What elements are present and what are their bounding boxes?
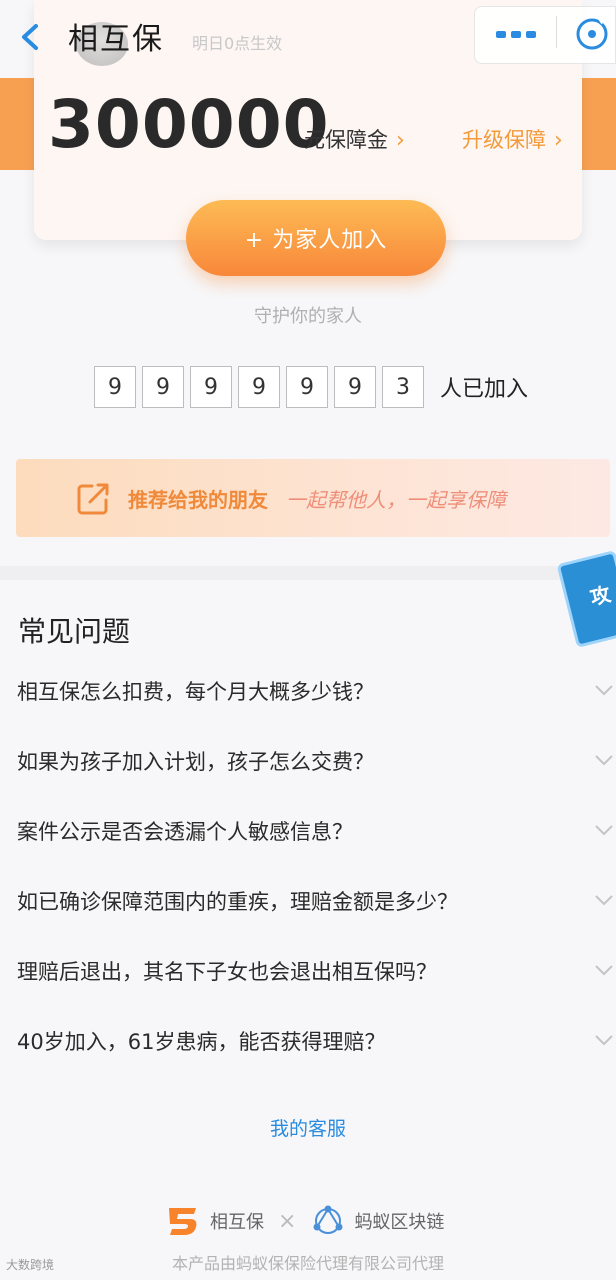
- customer-service-link[interactable]: 我的客服: [0, 1114, 616, 1141]
- upgrade-label: 升级保障: [462, 128, 546, 152]
- capsule-divider: [556, 16, 557, 48]
- counter-digit: 9: [190, 366, 232, 408]
- counter-digit: 9: [94, 366, 136, 408]
- strategy-badge-label: 攻: [587, 581, 613, 610]
- strategy-guide-badge[interactable]: 攻: [556, 550, 616, 648]
- chevron-down-icon: [595, 965, 613, 976]
- counter-digit: 3: [382, 366, 424, 408]
- chevron-down-icon: [595, 895, 613, 906]
- brand-separator: ×: [278, 1208, 297, 1234]
- coverage-amount: 300000: [48, 86, 330, 163]
- faq-heading: 常见问题: [18, 615, 131, 648]
- faq-item[interactable]: 相互保怎么扣费，每个月大概多少钱？: [0, 666, 616, 724]
- faq-question: 如已确诊保障范围内的重疾，理赔金额是多少？: [17, 890, 458, 914]
- faq-question: 理赔后退出，其名下子女也会退出相互保吗？: [17, 960, 437, 984]
- add-family-button[interactable]: + 为家人加入: [186, 200, 446, 276]
- joined-label: 人已加入: [440, 377, 529, 402]
- tagline: 守护你的家人: [254, 306, 362, 327]
- coverage-detail-link[interactable]: 元保障金 ›: [304, 124, 405, 154]
- faq-item[interactable]: 理赔后退出，其名下子女也会退出相互保吗？: [0, 946, 616, 1004]
- section-divider: [0, 566, 616, 580]
- upgrade-coverage-link[interactable]: 升级保障 ›: [462, 124, 563, 154]
- member-counter: 9 9 9 9 9 9 3 人已加入: [94, 366, 528, 408]
- chevron-down-icon: [595, 685, 613, 696]
- page-title: 相互保: [68, 22, 164, 57]
- coverage-unit-label: 元保障金: [304, 128, 388, 152]
- faq-item[interactable]: 40岁加入，61岁患病，能否获得理赔？: [0, 1016, 616, 1074]
- faq-question: 40岁加入，61岁患病，能否获得理赔？: [17, 1030, 386, 1054]
- recommend-title: 推荐给我的朋友: [128, 487, 268, 512]
- chevron-down-icon: [595, 755, 613, 766]
- chevron-down-icon: [595, 1035, 613, 1046]
- watermark: 大数跨境: [6, 1258, 55, 1272]
- more-icon[interactable]: [494, 22, 538, 48]
- faq-question: 案件公示是否会透漏个人敏感信息？: [17, 820, 353, 844]
- brand-ant-blockchain: 蚂蚁区块链: [354, 1212, 445, 1233]
- back-arrow-icon[interactable]: [16, 20, 46, 54]
- recommend-to-friends-banner[interactable]: 推荐给我的朋友 一起帮他人，一起享保障: [16, 459, 610, 537]
- footer-brands: 相互保 × 蚂蚁区块链: [166, 1200, 444, 1242]
- ant-blockchain-logo-icon: [313, 1205, 343, 1234]
- faq-item[interactable]: 案件公示是否会透漏个人敏感信息？: [0, 806, 616, 864]
- chevron-right-icon: ›: [554, 128, 563, 153]
- close-icon[interactable]: [574, 16, 610, 52]
- chevron-down-icon: [595, 825, 613, 836]
- recommend-slogan: 一起帮他人，一起享保障: [286, 487, 506, 512]
- share-icon: [77, 483, 109, 515]
- faq-item[interactable]: 如果为孩子加入计划，孩子怎么交费？: [0, 736, 616, 794]
- faq-item[interactable]: 如已确诊保障范围内的重疾，理赔金额是多少？: [0, 876, 616, 934]
- navigation-bar: 相互保: [0, 0, 616, 70]
- counter-digit: 9: [238, 366, 280, 408]
- counter-digit: 9: [334, 366, 376, 408]
- brand-xianghubao: 相互保: [210, 1212, 264, 1233]
- counter-digit: 9: [286, 366, 328, 408]
- counter-digit: 9: [142, 366, 184, 408]
- faq-question: 相互保怎么扣费，每个月大概多少钱？: [17, 680, 374, 704]
- footer-disclaimer: 本产品由蚂蚁保保险代理有限公司代理: [171, 1254, 444, 1273]
- faq-question: 如果为孩子加入计划，孩子怎么交费？: [17, 750, 374, 774]
- chevron-right-icon: ›: [396, 128, 405, 153]
- xianghubao-logo-icon: [169, 1208, 197, 1235]
